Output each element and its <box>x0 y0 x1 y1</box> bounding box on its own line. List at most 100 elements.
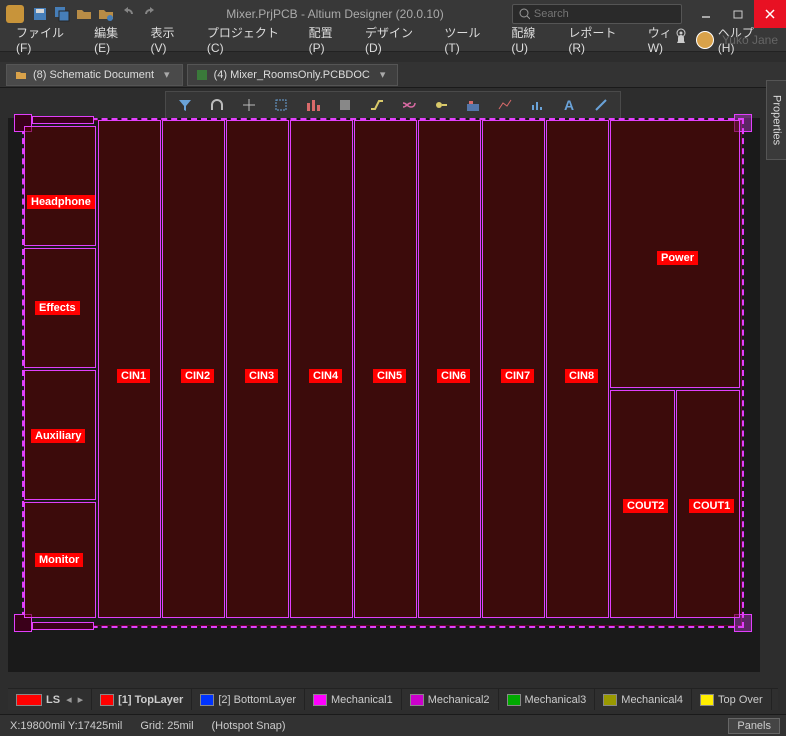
room-cin6[interactable]: CIN6 <box>418 120 481 618</box>
properties-panel-tab[interactable]: Properties <box>766 80 786 160</box>
menu-view[interactable]: 表示 (V) <box>143 22 199 57</box>
bell-icon[interactable] <box>674 33 688 47</box>
room-cin4[interactable]: CIN4 <box>290 120 353 618</box>
room-label: CIN5 <box>373 369 406 383</box>
menu-project[interactable]: プロジェクト (C) <box>199 22 301 57</box>
layer-tab-bottom[interactable]: [2] BottomLayer <box>192 689 305 710</box>
save-icon[interactable] <box>32 6 48 22</box>
panels-button[interactable]: Panels <box>728 718 780 734</box>
layer-label: Mechanical2 <box>428 694 490 706</box>
menu-report[interactable]: レポート (R) <box>560 22 639 57</box>
room-label: Power <box>657 251 698 265</box>
menu-design[interactable]: デザイン (D) <box>357 22 436 57</box>
room-label: CIN1 <box>117 369 150 383</box>
room-label: Auxiliary <box>31 429 85 443</box>
layer-tab-m4[interactable]: Mechanical4 <box>595 689 692 710</box>
polygon-icon[interactable] <box>464 96 482 114</box>
room-headphone[interactable]: Headphone <box>24 126 96 246</box>
undo-icon[interactable] <box>120 6 136 22</box>
room-cin7[interactable]: CIN7 <box>482 120 545 618</box>
document-tab[interactable]: (4) Mixer_RoomsOnly.PCBDOC ▾ <box>187 64 399 86</box>
room-label: CIN3 <box>245 369 278 383</box>
user-avatar-icon[interactable] <box>696 31 714 49</box>
quick-access-toolbar <box>32 6 158 22</box>
menu-place[interactable]: 配置 (P) <box>301 22 357 57</box>
room-cin2[interactable]: CIN2 <box>162 120 225 618</box>
save-all-icon[interactable] <box>54 6 70 22</box>
route-icon[interactable] <box>368 96 386 114</box>
room-monitor[interactable]: Monitor <box>24 502 96 618</box>
search-icon <box>519 8 530 20</box>
room-label: COUT1 <box>689 499 734 513</box>
altium-logo-icon <box>6 5 24 23</box>
room-label: CIN2 <box>181 369 214 383</box>
menu-edit[interactable]: 編集 (E) <box>86 22 142 57</box>
menu-route[interactable]: 配線 (U) <box>503 22 560 57</box>
room-cout2[interactable]: COUT2 <box>610 390 675 618</box>
room-power[interactable]: Power <box>610 120 740 388</box>
via-key-icon[interactable] <box>432 96 450 114</box>
pcb-workspace[interactable]: Headphone Effects Auxiliary Monitor CIN1… <box>8 118 760 672</box>
layer-bar: LS◂▸ [1] TopLayer [2] BottomLayer Mechan… <box>8 688 778 710</box>
redo-icon[interactable] <box>142 6 158 22</box>
status-bar: X:19800mil Y:17425mil Grid: 25mil (Hotsp… <box>0 714 786 736</box>
status-grid: Grid: 25mil <box>140 720 193 732</box>
layer-set-button[interactable]: LS◂▸ <box>8 689 92 710</box>
chevron-down-icon[interactable]: ▾ <box>376 68 390 81</box>
room-label: Monitor <box>35 553 83 567</box>
layer-set-label: LS <box>46 694 60 706</box>
menu-file[interactable]: ファイル (F) <box>8 22 86 57</box>
open-project-icon[interactable] <box>98 6 114 22</box>
room-label: Effects <box>35 301 80 315</box>
line-icon[interactable] <box>592 96 610 114</box>
room-auxiliary[interactable]: Auxiliary <box>24 370 96 500</box>
edge-segment <box>32 622 94 630</box>
bar-chart-icon[interactable] <box>528 96 546 114</box>
align-icon[interactable] <box>304 96 322 114</box>
layer-label: Top Over <box>718 694 763 706</box>
status-snap: (Hotspot Snap) <box>212 720 286 732</box>
search-box[interactable] <box>512 4 682 24</box>
line-chart-icon[interactable] <box>496 96 514 114</box>
pcb-board: Headphone Effects Auxiliary Monitor CIN1… <box>22 118 744 628</box>
crosshair-icon[interactable] <box>240 96 258 114</box>
project-tab[interactable]: (8) Schematic Document ▾ <box>6 64 183 86</box>
search-input[interactable] <box>534 8 675 20</box>
room-label: CIN4 <box>309 369 342 383</box>
room-label: COUT2 <box>623 499 668 513</box>
menu-bar: ファイル (F) 編集 (E) 表示 (V) プロジェクト (C) 配置 (P)… <box>0 28 786 52</box>
layer-label: Mechanical4 <box>621 694 683 706</box>
layer-tab-m2[interactable]: Mechanical2 <box>402 689 499 710</box>
layer-tab-m1[interactable]: Mechanical1 <box>305 689 402 710</box>
component-icon[interactable] <box>336 96 354 114</box>
room-cout1[interactable]: COUT1 <box>676 390 740 618</box>
document-tabs: (8) Schematic Document ▾ (4) Mixer_Rooms… <box>0 62 786 88</box>
document-tab-label: (4) Mixer_RoomsOnly.PCBDOC <box>214 69 370 81</box>
room-cin5[interactable]: CIN5 <box>354 120 417 618</box>
layer-label: [2] BottomLayer <box>218 694 296 706</box>
user-name: Yuko Jane <box>722 33 778 47</box>
chevron-down-icon[interactable]: ▾ <box>160 68 174 81</box>
layer-tab-top[interactable]: [1] TopLayer <box>92 689 192 710</box>
text-icon[interactable]: A <box>560 96 578 114</box>
open-folder-icon[interactable] <box>76 6 92 22</box>
layer-label: Mechanical3 <box>525 694 587 706</box>
edge-segment <box>32 116 94 124</box>
layer-tab-top-overlay[interactable]: Top Over <box>692 689 772 710</box>
room-label: Headphone <box>27 195 95 209</box>
room-cin8[interactable]: CIN8 <box>546 120 609 618</box>
room-label: CIN8 <box>565 369 598 383</box>
room-cin1[interactable]: CIN1 <box>98 120 161 618</box>
folder-icon <box>15 69 27 81</box>
window-title: Mixer.PrjPCB - Altium Designer (20.0.10) <box>158 7 512 21</box>
menu-tool[interactable]: ツール (T) <box>436 22 503 57</box>
snap-icon[interactable] <box>208 96 226 114</box>
filter-icon[interactable] <box>176 96 194 114</box>
room-cin3[interactable]: CIN3 <box>226 120 289 618</box>
select-rect-icon[interactable] <box>272 96 290 114</box>
diff-pair-icon[interactable] <box>400 96 418 114</box>
layer-label: [1] TopLayer <box>118 694 183 706</box>
room-label: CIN6 <box>437 369 470 383</box>
layer-tab-m3[interactable]: Mechanical3 <box>499 689 596 710</box>
room-effects[interactable]: Effects <box>24 248 96 368</box>
